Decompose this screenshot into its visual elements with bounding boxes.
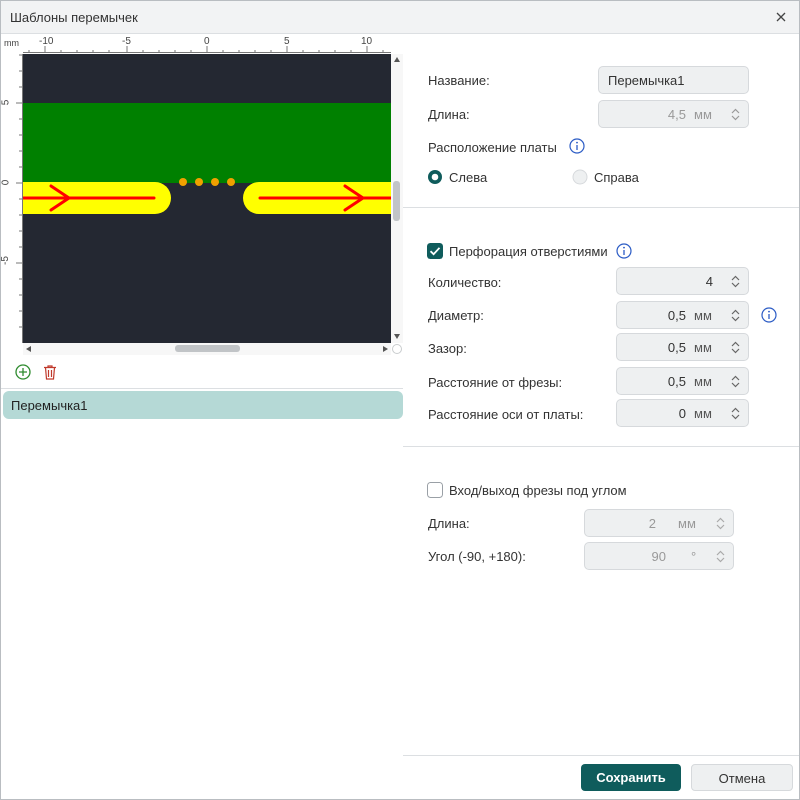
scroll-corner (392, 344, 402, 354)
vertical-scrollbar[interactable] (391, 54, 403, 343)
diameter-label: Диаметр: (428, 308, 484, 323)
board-area (23, 103, 391, 183)
gap-label: Зазор: (428, 341, 467, 356)
cancel-button[interactable]: Отмена (691, 764, 793, 791)
horizontal-scrollbar[interactable] (23, 343, 391, 355)
save-button[interactable]: Сохранить (581, 764, 681, 791)
angle-unit: ° (691, 549, 697, 564)
section-divider (403, 207, 799, 208)
templates-dialog: Шаблоны перемычек mm -10 -5 0 5 10 5 0 -… (0, 0, 800, 800)
close-icon[interactable] (773, 9, 789, 25)
mill-distance-field[interactable]: 0,5 мм (616, 367, 749, 395)
ruler-y-tick: 0 (0, 179, 12, 186)
placement-right-radio[interactable] (572, 169, 588, 185)
count-value: 4 (705, 274, 713, 289)
placement-left-label: Слева (449, 170, 488, 185)
list-separator (1, 388, 403, 389)
ruler-unit: mm (4, 38, 19, 48)
section-divider (403, 446, 799, 447)
name-label: Название: (428, 73, 490, 88)
trash-icon[interactable] (41, 363, 59, 381)
axis-distance-label: Расстояние оси от платы: (428, 407, 584, 422)
angled-label: Вход/выход фрезы под углом (449, 483, 627, 498)
length-unit: мм (694, 107, 712, 122)
axis-distance-field[interactable]: 0 мм (616, 399, 749, 427)
gap-unit: мм (694, 340, 712, 355)
spinner-icon[interactable] (731, 407, 740, 420)
spinner-icon[interactable] (716, 550, 725, 563)
count-field[interactable]: 4 (616, 267, 749, 295)
preview-canvas[interactable] (23, 54, 391, 343)
spinner-icon[interactable] (731, 309, 740, 322)
mill-distance-value: 0,5 (667, 374, 686, 389)
length-value: 4,5 (667, 107, 686, 122)
title-bar: Шаблоны перемычек (1, 1, 799, 34)
spinner-icon[interactable] (731, 275, 740, 288)
placement-right-label: Справа (594, 170, 639, 185)
ruler-x-tick: 0 (204, 36, 210, 47)
length-field[interactable]: 4,5 мм (598, 100, 749, 128)
mill-distance-unit: мм (694, 374, 712, 389)
gap-field[interactable]: 0,5 мм (616, 333, 749, 361)
window-title: Шаблоны перемычек (10, 10, 138, 25)
placement-left-radio[interactable] (427, 169, 443, 185)
name-value: Перемычка1 (608, 73, 685, 88)
footer-divider (403, 755, 799, 756)
ruler-x-tick: -5 (122, 36, 131, 47)
ruler-y-tick: -5 (0, 256, 11, 265)
angled-length-unit: мм (678, 516, 696, 531)
perforation-checkbox[interactable] (427, 243, 443, 259)
info-icon[interactable] (569, 138, 585, 154)
angled-length-value: 2 (648, 516, 656, 531)
angle-value: 90 (651, 549, 666, 564)
count-label: Количество: (428, 275, 502, 290)
name-field[interactable]: Перемычка1 (598, 66, 749, 94)
spinner-icon[interactable] (731, 341, 740, 354)
axis-distance-value: 0 (678, 406, 686, 421)
ruler-y-tick: 5 (0, 99, 12, 106)
angle-label: Угол (-90, +180): (428, 549, 526, 564)
mill-distance-label: Расстояние от фрезы: (428, 375, 563, 390)
spinner-icon[interactable] (716, 517, 725, 530)
plus-circle-icon[interactable] (14, 363, 32, 381)
angle-field[interactable]: 90 ° (584, 542, 734, 570)
spinner-icon[interactable] (731, 108, 740, 121)
ruler-x-tick: -10 (39, 36, 54, 47)
angled-length-field[interactable]: 2 мм (584, 509, 734, 537)
placement-label: Расположение платы (428, 140, 557, 155)
axis-distance-unit: мм (694, 406, 712, 421)
jumper-preview (23, 54, 391, 343)
vertical-ruler (16, 54, 23, 343)
gap-value: 0,5 (667, 340, 686, 355)
list-item-template[interactable]: Перемычка1 (3, 391, 403, 419)
angled-length-label: Длина: (428, 516, 470, 531)
ruler-x-tick: 5 (284, 36, 290, 47)
diameter-field[interactable]: 0,5 мм (616, 301, 749, 329)
diameter-unit: мм (694, 308, 712, 323)
angled-checkbox[interactable] (427, 482, 443, 498)
info-icon[interactable] (761, 307, 777, 323)
ruler-x-tick: 10 (361, 36, 373, 47)
info-icon[interactable] (616, 243, 632, 259)
length-label: Длина: (428, 107, 470, 122)
perforation-label: Перфорация отверстиями (449, 244, 608, 259)
spinner-icon[interactable] (731, 375, 740, 388)
diameter-value: 0,5 (667, 308, 686, 323)
